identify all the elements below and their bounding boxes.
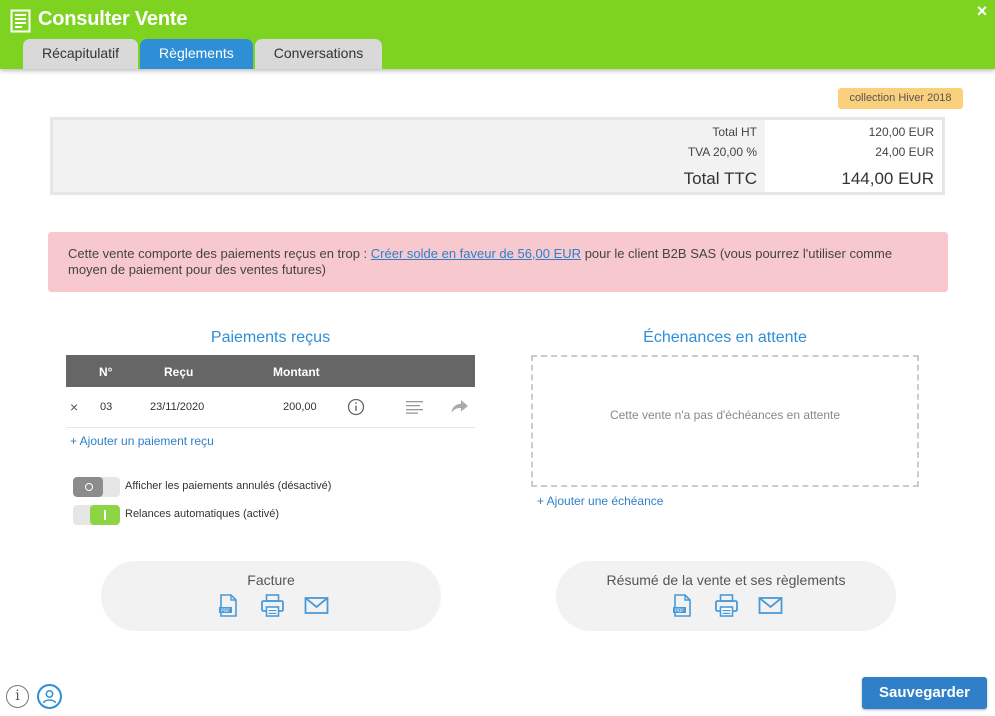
invoice-box: Facture PDF <box>101 561 441 631</box>
total-ht-label: Total HT <box>712 125 757 139</box>
tva-label: TVA 20,00 % <box>687 145 757 159</box>
column-number: N° <box>99 365 113 379</box>
window-title: Consulter Vente <box>38 8 188 30</box>
column-received: Reçu <box>164 365 194 379</box>
total-ht-value: 120,00 EUR <box>868 125 934 139</box>
svg-text:PDF: PDF <box>221 608 230 614</box>
user-icon[interactable] <box>37 684 62 709</box>
details-icon[interactable] <box>406 400 424 414</box>
invoice-title: Facture <box>247 572 295 588</box>
summary-title: Résumé de la vente et ses règlements <box>606 572 846 588</box>
help-info-icon[interactable]: i <box>6 685 29 708</box>
save-button[interactable]: Sauvegarder <box>862 677 987 709</box>
totals-box: Total HT 120,00 EUR TVA 20,00 % 24,00 EU… <box>50 117 945 195</box>
payment-date: 23/11/2020 <box>150 401 205 413</box>
table-row: × 03 23/11/2020 200,00 <box>66 387 475 428</box>
invoice-actions: PDF <box>216 593 329 618</box>
email-icon[interactable] <box>758 593 783 618</box>
share-icon[interactable] <box>451 399 469 414</box>
collection-badge: collection Hiver 2018 <box>838 88 963 109</box>
reminders-label: Relances automatiques (activé) <box>125 508 280 520</box>
schedules-empty-box: Cette vente n'a pas d'échéances en atten… <box>531 355 919 487</box>
total-ttc-label: Total TTC <box>683 169 757 188</box>
add-schedule-link[interactable]: + Ajouter une échéance <box>537 494 663 508</box>
cancelled-payments-toggle[interactable] <box>73 477 120 497</box>
tab-bar: Récapitulatif Règlements Conversations <box>23 39 384 69</box>
table-header: N° Reçu Montant <box>66 355 475 387</box>
cancelled-payments-label: Afficher les paiements annulés (désactiv… <box>125 480 332 492</box>
email-icon[interactable] <box>304 593 329 618</box>
create-credit-link[interactable]: Créer solde en faveur de 56,00 EUR <box>371 246 581 261</box>
close-icon[interactable]: × <box>973 2 991 20</box>
document-icon <box>10 9 31 33</box>
info-icon[interactable] <box>347 398 365 416</box>
print-icon[interactable] <box>260 593 285 618</box>
pdf-icon[interactable]: PDF <box>216 593 241 618</box>
toggle-knob <box>90 505 120 525</box>
payment-number: 03 <box>100 401 113 413</box>
add-payment-link[interactable]: + Ajouter un paiement reçu <box>70 434 214 448</box>
payments-table: N° Reçu Montant × 03 23/11/2020 200,00 <box>66 355 475 428</box>
tab-conversations[interactable]: Conversations <box>254 39 383 69</box>
window-header: Consulter Vente × Récapitulatif Règlemen… <box>0 0 995 69</box>
reminders-toggle[interactable] <box>73 505 120 525</box>
total-ttc-value: 144,00 EUR <box>841 169 934 188</box>
person-icon <box>42 690 57 704</box>
delete-payment-icon[interactable]: × <box>70 399 78 415</box>
toggle-knob <box>73 477 103 497</box>
summary-box: Résumé de la vente et ses règlements PDF <box>556 561 896 631</box>
summary-actions: PDF <box>670 593 783 618</box>
pdf-icon[interactable]: PDF <box>670 593 695 618</box>
svg-text:PDF: PDF <box>675 608 684 614</box>
tab-recapitulatif[interactable]: Récapitulatif <box>23 39 139 69</box>
payments-title: Paiements reçus <box>210 329 331 346</box>
print-icon[interactable] <box>714 593 739 618</box>
tab-reglements[interactable]: Règlements <box>140 39 253 69</box>
tva-value: 24,00 EUR <box>875 145 934 159</box>
payment-amount: 200,00 <box>283 401 317 413</box>
schedules-title: Échenances en attente <box>643 329 807 346</box>
alert-text-before: Cette vente comporte des paiements reçus… <box>68 246 371 261</box>
column-amount: Montant <box>273 365 320 379</box>
overpayment-alert: Cette vente comporte des paiements reçus… <box>48 232 948 292</box>
